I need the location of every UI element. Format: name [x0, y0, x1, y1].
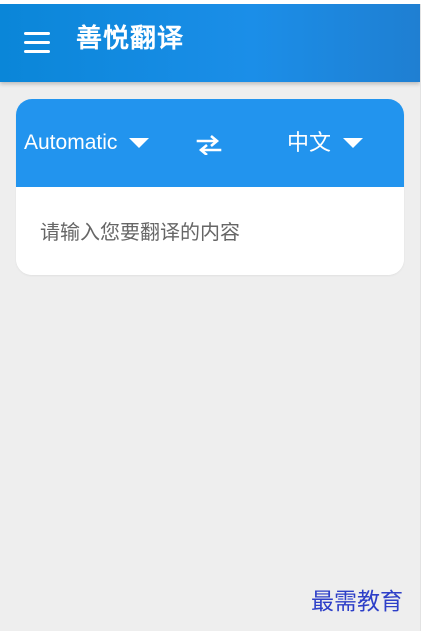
translation-app-screen: 善悦翻译 Automatic 中文 — [0, 4, 420, 631]
swap-languages-button[interactable] — [191, 127, 227, 161]
menu-icon-line — [24, 41, 50, 44]
menu-icon — [24, 32, 50, 54]
dropdown-triangle-icon — [343, 138, 364, 148]
language-selector-bar: Automatic 中文 — [16, 99, 404, 187]
dropdown-triangle-icon — [129, 138, 150, 148]
swap-horizontal-icon — [196, 135, 222, 155]
target-language-label: 中文 — [287, 130, 332, 155]
source-text-input[interactable] — [40, 212, 370, 252]
source-text-area — [16, 187, 404, 275]
menu-icon-line — [24, 50, 50, 53]
watermark-text: 最需教育 — [311, 589, 403, 615]
menu-icon-line — [24, 32, 50, 35]
translation-card: Automatic 中文 — [16, 99, 404, 275]
screen-edge-divider — [420, 4, 421, 631]
source-language-select[interactable]: Automatic — [24, 123, 150, 163]
app-toolbar: 善悦翻译 — [0, 4, 420, 82]
app-title: 善悦翻译 — [76, 24, 185, 54]
target-language-select[interactable]: 中文 — [287, 123, 364, 163]
source-language-label: Automatic — [24, 131, 118, 154]
navigation-menu-button[interactable] — [14, 20, 60, 66]
